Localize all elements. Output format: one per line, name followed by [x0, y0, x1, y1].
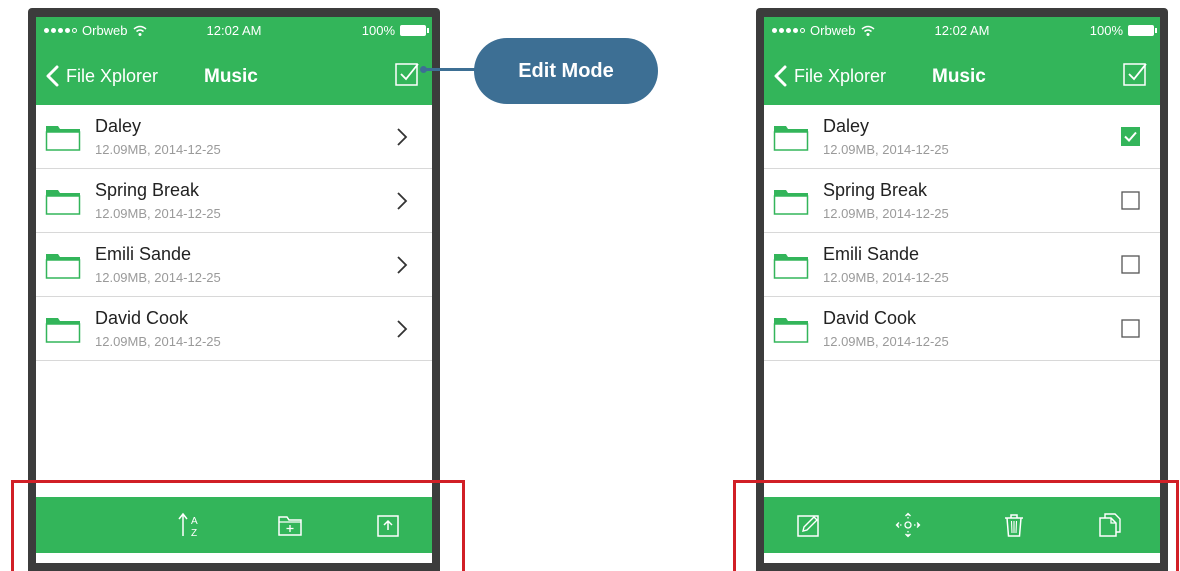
folder-icon: [773, 190, 809, 215]
file-row[interactable]: Emili Sande 12.09MB, 2014-12-25: [36, 233, 432, 297]
file-name: Emili Sande: [95, 244, 192, 264]
file-row[interactable]: David Cook 12.09MB, 2014-12-25: [764, 297, 1160, 361]
edit-mode-checkbox-icon[interactable]: [1122, 61, 1148, 87]
edit-mode-checkbox-icon[interactable]: [394, 61, 420, 87]
file-meta: 12.09MB, 2014-12-25: [95, 142, 221, 157]
status-bar: Orbweb 12:02 AM 100%: [36, 17, 432, 43]
battery-percent: 100%: [1089, 23, 1123, 38]
status-bar: Orbweb 12:02 AM 100%: [764, 17, 1160, 43]
battery-icon: [400, 25, 429, 36]
back-button[interactable]: File Xplorer: [772, 61, 886, 91]
battery-percent: 100%: [361, 23, 395, 38]
navigation-bar: Orbweb 12:02 AM 100% File Xplorer Music: [36, 17, 432, 105]
folder-icon: [45, 318, 81, 343]
chevron-right-icon: [397, 128, 408, 146]
checkbox-icon[interactable]: [1121, 191, 1140, 210]
file-row[interactable]: Spring Break 12.09MB, 2014-12-25: [764, 169, 1160, 233]
file-name: Emili Sande: [823, 244, 920, 264]
file-name: Spring Break: [95, 180, 200, 200]
file-list: Daley 12.09MB, 2014-12-25 Spring Break 1…: [764, 105, 1160, 361]
file-name: David Cook: [95, 308, 189, 328]
file-list: Daley 12.09MB, 2014-12-25 Spring Break 1…: [36, 105, 432, 361]
checkbox-checked-icon[interactable]: [1121, 127, 1140, 146]
folder-icon: [45, 254, 81, 279]
edit-mode-callout: Edit Mode: [474, 38, 658, 104]
navigation-bar: Orbweb 12:02 AM 100% File Xplorer Music: [764, 17, 1160, 105]
file-row[interactable]: Emili Sande 12.09MB, 2014-12-25: [764, 233, 1160, 297]
file-meta: 12.09MB, 2014-12-25: [95, 270, 221, 285]
file-meta: 12.09MB, 2014-12-25: [823, 142, 949, 157]
chevron-right-icon: [397, 256, 408, 274]
chevron-right-icon: [397, 320, 408, 338]
file-row[interactable]: Spring Break 12.09MB, 2014-12-25: [36, 169, 432, 233]
back-button[interactable]: File Xplorer: [44, 61, 158, 91]
file-name: Spring Break: [823, 180, 928, 200]
file-meta: 12.09MB, 2014-12-25: [95, 206, 221, 221]
checkbox-icon[interactable]: [1121, 255, 1140, 274]
folder-icon: [45, 190, 81, 215]
folder-icon: [773, 254, 809, 279]
chevron-right-icon: [397, 192, 408, 210]
toolbar-highlight-box-left: [11, 480, 465, 571]
file-meta: 12.09MB, 2014-12-25: [95, 334, 221, 349]
folder-icon: [773, 318, 809, 343]
back-label: File Xplorer: [66, 65, 159, 86]
battery-icon: [1128, 25, 1157, 36]
folder-icon: [45, 126, 81, 151]
back-label: File Xplorer: [794, 65, 887, 86]
file-name: David Cook: [823, 308, 917, 328]
file-meta: 12.09MB, 2014-12-25: [823, 206, 949, 221]
file-meta: 12.09MB, 2014-12-25: [823, 270, 949, 285]
toolbar-highlight-box-right: [733, 480, 1179, 571]
page-title: Music: [204, 66, 258, 87]
chevron-left-icon: [46, 65, 59, 87]
file-name: Daley: [823, 116, 870, 136]
folder-icon: [773, 126, 809, 151]
file-row[interactable]: Daley 12.09MB, 2014-12-25: [764, 105, 1160, 169]
callout-connector-line: [425, 68, 477, 71]
chevron-left-icon: [774, 65, 787, 87]
file-meta: 12.09MB, 2014-12-25: [823, 334, 949, 349]
page-title: Music: [932, 66, 986, 87]
file-row[interactable]: David Cook 12.09MB, 2014-12-25: [36, 297, 432, 361]
file-row[interactable]: Daley 12.09MB, 2014-12-25: [36, 105, 432, 169]
file-name: Daley: [95, 116, 142, 136]
checkbox-icon[interactable]: [1121, 319, 1140, 338]
